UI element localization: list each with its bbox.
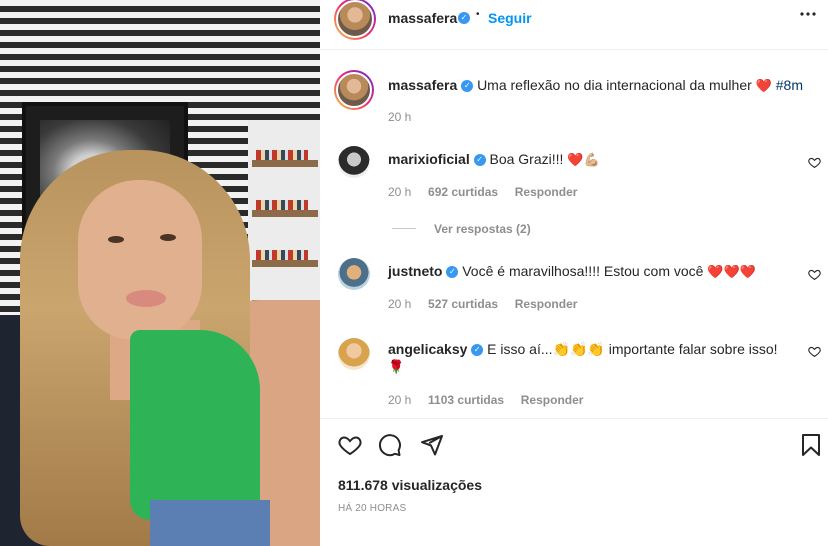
shelf <box>252 210 318 217</box>
actions-divider <box>320 418 828 419</box>
comment-emoji: ❤️❤️❤️ <box>707 264 756 279</box>
jeans <box>150 500 270 546</box>
post-header: massafera ✓ • Seguir <box>320 0 828 50</box>
comment-likes[interactable]: 527 curtidas <box>428 297 498 311</box>
comment-emoji: 👏👏👏 <box>552 341 605 357</box>
green-top <box>130 330 260 520</box>
comment-like-icon[interactable] <box>808 268 821 284</box>
post-timestamp[interactable]: HÁ 20 HORAS <box>338 503 406 514</box>
reply-button[interactable]: Responder <box>515 297 578 311</box>
shelf <box>252 160 318 167</box>
view-replies-button[interactable]: Ver respostas (2) <box>434 222 531 236</box>
comment-meta: 20 h 527 curtidas Responder <box>388 297 577 311</box>
comment-like-icon[interactable] <box>808 156 821 172</box>
author-avatar[interactable] <box>334 0 376 40</box>
comment-body: marixioficial ✓ Boa Grazi!!! ❤️💪🏼 <box>388 151 600 168</box>
verified-icon: ✓ <box>458 12 470 24</box>
comment-text: E isso aí... <box>487 341 553 357</box>
post-media[interactable] <box>0 0 320 546</box>
comment-username[interactable]: angelicaksy <box>388 341 467 357</box>
follow-button[interactable]: Seguir <box>488 10 532 26</box>
caption-text: Uma reflexão no dia internacional da mul… <box>477 77 752 93</box>
books <box>256 250 308 260</box>
comment-avatar[interactable] <box>338 146 370 178</box>
view-count[interactable]: 811.678 visualizações <box>338 477 482 493</box>
comment-like-icon[interactable] <box>808 345 821 361</box>
comment-text: importante falar sobre isso! <box>608 341 778 357</box>
books <box>256 150 308 160</box>
share-icon[interactable] <box>420 433 444 462</box>
comment-time[interactable]: 20 h <box>388 185 411 199</box>
comment-likes[interactable]: 692 curtidas <box>428 185 498 199</box>
reply-button[interactable]: Responder <box>515 185 578 199</box>
reply-button[interactable]: Responder <box>521 393 584 407</box>
comment-meta: 20 h 692 curtidas Responder <box>388 185 577 199</box>
comment-emoji: 🌹 <box>388 359 405 374</box>
comment-username[interactable]: marixioficial <box>388 151 470 167</box>
author-username[interactable]: massafera <box>388 10 457 26</box>
person-eye <box>108 236 124 243</box>
more-options-icon[interactable] <box>800 6 816 27</box>
person-face <box>78 180 202 340</box>
comment-body: angelicaksy ✓ E isso aí...👏👏👏 importante… <box>388 341 778 358</box>
bookmark-icon[interactable] <box>800 433 822 462</box>
caption: massafera ✓ Uma reflexão no dia internac… <box>388 77 803 94</box>
comment-text: Você é maravilhosa!!!! Estou com você <box>462 263 704 279</box>
view-replies-line <box>392 228 416 229</box>
comment-meta: 20 h 1103 curtidas Responder <box>388 393 583 407</box>
comment-username[interactable]: justneto <box>388 263 442 279</box>
header-separator: • <box>476 9 480 20</box>
comment-likes[interactable]: 1103 curtidas <box>428 393 504 407</box>
verified-icon: ✓ <box>461 80 474 93</box>
person-eye <box>160 234 176 241</box>
verified-icon: ✓ <box>471 344 484 357</box>
comment-icon[interactable] <box>378 433 402 462</box>
comment-avatar[interactable] <box>338 258 370 290</box>
comment-time[interactable]: 20 h <box>388 393 411 407</box>
post-side-panel: massafera ✓ • Seguir massafera ✓ Uma ref… <box>320 0 828 546</box>
caption-heart-emoji: ❤️ <box>755 78 772 93</box>
comment-emoji: ❤️💪🏼 <box>567 152 600 167</box>
comment-time[interactable]: 20 h <box>388 297 411 311</box>
comment-avatar[interactable] <box>338 338 370 370</box>
caption-time[interactable]: 20 h <box>388 110 411 124</box>
like-icon[interactable] <box>338 433 362 462</box>
books <box>256 200 308 210</box>
shelf <box>252 260 318 267</box>
comment-body: justneto ✓ Você é maravilhosa!!!! Estou … <box>388 263 756 280</box>
caption-hashtag[interactable]: #8m <box>776 77 803 93</box>
comment-text: Boa Grazi!!! <box>489 151 564 167</box>
caption-author-avatar[interactable] <box>334 70 374 110</box>
person-mouth <box>126 290 166 307</box>
caption-username[interactable]: massafera <box>388 77 457 93</box>
verified-icon: ✓ <box>473 154 486 167</box>
verified-icon: ✓ <box>446 266 459 279</box>
